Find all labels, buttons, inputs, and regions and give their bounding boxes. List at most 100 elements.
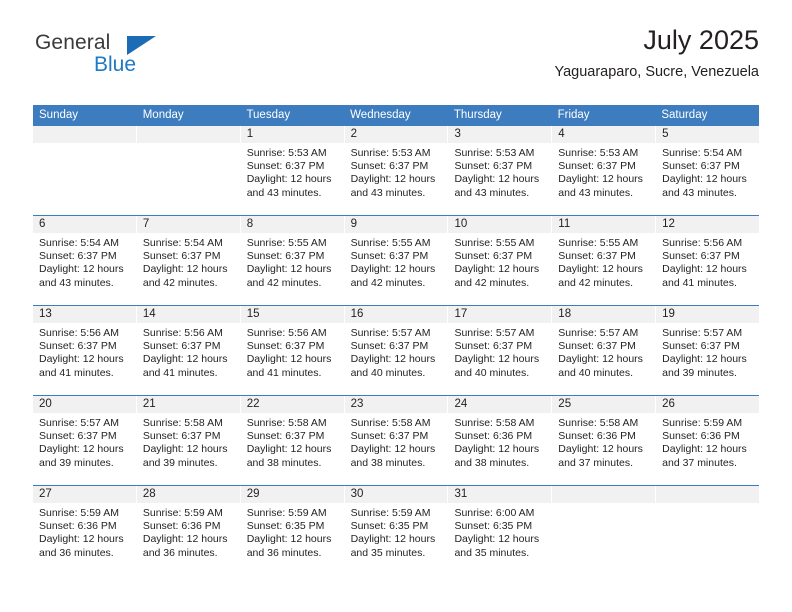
calendar-page: General Blue July 2025 Yaguaraparo, Sucr… [0,0,792,612]
daylight-text-line1: Daylight: 12 hours [142,263,228,276]
day-number: 13 [33,306,136,323]
day-number: 10 [448,216,552,233]
daylight-text-line2: and 35 minutes. [350,546,426,559]
calendar-grid: Sunday Monday Tuesday Wednesday Thursday… [33,105,760,575]
sunset-text: Sunset: 6:37 PM [558,340,636,353]
day-info: Sunrise: 5:57 AM Sunset: 6:37 PM Daylight:… [552,323,655,380]
sunrise-text: Sunrise: 5:59 AM [142,507,223,519]
daylight-text-line2: and 36 minutes. [142,546,218,559]
daylight-text-line2: and 42 minutes. [142,276,218,289]
sunset-text: Sunset: 6:37 PM [39,340,117,353]
day-cell[interactable]: 2 Sunrise: 5:53 AM Sunset: 6:37 PM Daylight… [344,126,449,215]
sunset-text: Sunset: 6:37 PM [39,430,117,443]
week-row: 6 Sunrise: 5:54 AM Sunset: 6:37 PM Daylight… [33,215,760,305]
day-cell[interactable]: 27 Sunrise: 5:59 AM Sunset: 6:36 PM Dayligh… [33,486,137,575]
day-cell[interactable]: 1 Sunrise: 5:53 AM Sunset: 6:37 PM Daylight… [240,126,345,215]
day-number: 4 [552,126,656,143]
day-cell[interactable] [552,486,657,575]
day-cell[interactable]: 30 Sunrise: 5:59 AM Sunset: 6:35 PM Dayligh… [344,486,449,575]
day-cell[interactable]: 31 Sunrise: 6:00 AM Sunset: 6:35 PM Dayligh… [448,486,553,575]
daylight-text-line1: Daylight: 12 hours [454,443,540,456]
day-cell[interactable] [136,126,241,215]
sunset-text: Sunset: 6:37 PM [246,340,325,353]
weekday-tuesday: Tuesday [246,109,291,121]
day-cell[interactable]: 5 Sunrise: 5:54 AM Sunset: 6:37 PM Daylight… [656,126,760,215]
day-info [33,143,136,147]
day-info: Sunrise: 5:53 AM Sunset: 6:37 PM Daylight:… [241,143,344,200]
daylight-text-line1: Daylight: 12 hours [662,173,747,186]
day-cell[interactable]: 24 Sunrise: 5:58 AM Sunset: 6:36 PM Dayligh… [448,396,553,485]
daylight-text-line2: and 36 minutes. [246,546,322,559]
day-info: Sunrise: 5:57 AM Sunset: 6:37 PM Daylight:… [33,413,136,470]
sunset-text: Sunset: 6:37 PM [558,160,636,173]
logo-text-blue: Blue [94,53,137,76]
day-info: Sunrise: 5:56 AM Sunset: 6:37 PM Daylight:… [656,233,759,290]
day-info: Sunrise: 5:54 AM Sunset: 6:37 PM Daylight:… [33,233,136,290]
daylight-text-line2: and 42 minutes. [558,276,634,289]
daylight-text-line1: Daylight: 12 hours [39,353,124,366]
day-number: 27 [33,486,136,503]
day-cell[interactable]: 3 Sunrise: 5:53 AM Sunset: 6:37 PM Daylight… [448,126,553,215]
day-number: 2 [344,126,448,143]
daylight-text-line2: and 39 minutes. [39,456,114,469]
sunrise-text: Sunrise: 5:53 AM [350,147,431,159]
sunset-text: Sunset: 6:37 PM [350,430,429,443]
day-cell[interactable]: 9 Sunrise: 5:55 AM Sunset: 6:37 PM Daylight… [344,216,449,305]
daylight-text-line2: and 43 minutes. [454,186,530,199]
sunset-text: Sunset: 6:37 PM [662,160,740,173]
day-cell[interactable] [33,126,137,215]
day-info: Sunrise: 5:59 AM Sunset: 6:36 PM Daylight:… [656,413,759,470]
sunset-text: Sunset: 6:37 PM [350,340,429,353]
day-cell[interactable]: 21 Sunrise: 5:58 AM Sunset: 6:37 PM Dayligh… [136,396,241,485]
day-cell[interactable]: 25 Sunrise: 5:58 AM Sunset: 6:36 PM Dayligh… [552,396,657,485]
sunrise-text: Sunrise: 5:56 AM [39,327,119,339]
daylight-text-line2: and 40 minutes. [558,366,634,379]
day-cell[interactable]: 17 Sunrise: 5:57 AM Sunset: 6:37 PM Dayligh… [448,306,553,395]
day-cell[interactable]: 15 Sunrise: 5:56 AM Sunset: 6:37 PM Dayligh… [240,306,345,395]
day-number: 11 [552,216,656,233]
day-cell[interactable]: 22 Sunrise: 5:58 AM Sunset: 6:37 PM Dayligh… [240,396,345,485]
sunrise-text: Sunrise: 5:59 AM [246,507,327,519]
sunrise-text: Sunrise: 5:54 AM [142,237,223,249]
day-cell[interactable]: 4 Sunrise: 5:53 AM Sunset: 6:37 PM Daylight… [552,126,657,215]
day-number: 25 [552,396,656,413]
page-header: General Blue July 2025 Yaguaraparo, Sucr… [33,25,759,98]
day-number [33,126,136,143]
day-cell[interactable]: 26 Sunrise: 5:59 AM Sunset: 6:36 PM Dayligh… [656,396,760,485]
day-number: 7 [136,216,240,233]
sunrise-text: Sunrise: 6:00 AM [454,507,535,519]
day-cell[interactable]: 10 Sunrise: 5:55 AM Sunset: 6:37 PM Dayligh… [448,216,553,305]
daylight-text-line2: and 40 minutes. [350,366,426,379]
day-info: Sunrise: 5:57 AM Sunset: 6:37 PM Daylight:… [448,323,551,380]
day-cell[interactable]: 18 Sunrise: 5:57 AM Sunset: 6:37 PM Dayligh… [552,306,657,395]
day-cell[interactable]: 12 Sunrise: 5:56 AM Sunset: 6:37 PM Dayligh… [656,216,760,305]
day-cell[interactable] [656,486,760,575]
sunrise-text: Sunrise: 5:54 AM [662,147,743,159]
day-cell[interactable]: 6 Sunrise: 5:54 AM Sunset: 6:37 PM Daylight… [33,216,137,305]
day-cell[interactable]: 8 Sunrise: 5:55 AM Sunset: 6:37 PM Daylight… [240,216,345,305]
day-cell[interactable]: 13 Sunrise: 5:56 AM Sunset: 6:37 PM Dayligh… [33,306,137,395]
sunset-text: Sunset: 6:35 PM [350,520,429,533]
day-cell[interactable]: 19 Sunrise: 5:57 AM Sunset: 6:37 PM Dayligh… [656,306,760,395]
sunset-text: Sunset: 6:37 PM [142,430,221,443]
day-info: Sunrise: 5:55 AM Sunset: 6:37 PM Daylight:… [241,233,344,290]
day-cell[interactable]: 20 Sunrise: 5:57 AM Sunset: 6:37 PM Dayligh… [33,396,137,485]
day-cell[interactable]: 29 Sunrise: 5:59 AM Sunset: 6:35 PM Dayligh… [240,486,345,575]
sunset-text: Sunset: 6:37 PM [350,250,429,263]
day-info: Sunrise: 5:55 AM Sunset: 6:37 PM Daylight:… [552,233,655,290]
day-cell[interactable]: 28 Sunrise: 5:59 AM Sunset: 6:36 PM Dayligh… [136,486,241,575]
day-cell[interactable]: 14 Sunrise: 5:56 AM Sunset: 6:37 PM Dayligh… [136,306,241,395]
day-cell[interactable]: 23 Sunrise: 5:58 AM Sunset: 6:37 PM Dayligh… [344,396,449,485]
day-info: Sunrise: 5:53 AM Sunset: 6:37 PM Daylight:… [345,143,448,200]
day-cell[interactable]: 7 Sunrise: 5:54 AM Sunset: 6:37 PM Daylight… [136,216,241,305]
daylight-text-line1: Daylight: 12 hours [350,443,436,456]
sunset-text: Sunset: 6:37 PM [350,160,429,173]
day-cell[interactable]: 11 Sunrise: 5:55 AM Sunset: 6:37 PM Dayligh… [552,216,657,305]
general-blue-logo[interactable]: General Blue [33,32,253,92]
daylight-text-line1: Daylight: 12 hours [350,533,436,546]
daylight-text-line1: Daylight: 12 hours [558,443,643,456]
daylight-text-line2: and 35 minutes. [454,546,530,559]
day-number: 12 [656,216,760,233]
day-cell[interactable]: 16 Sunrise: 5:57 AM Sunset: 6:37 PM Dayligh… [344,306,449,395]
sunrise-text: Sunrise: 5:54 AM [39,237,119,249]
